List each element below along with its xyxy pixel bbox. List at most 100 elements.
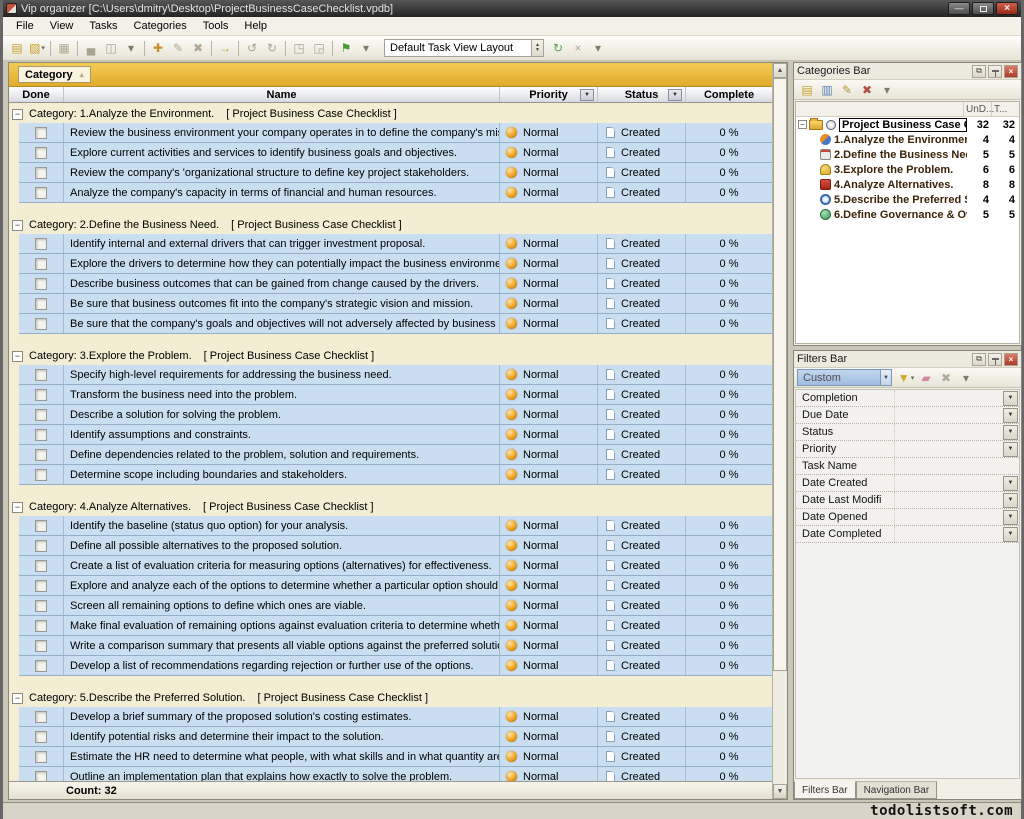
menu-view[interactable]: View bbox=[42, 18, 82, 35]
task-checkbox[interactable] bbox=[35, 167, 47, 179]
delete-task-icon[interactable]: ✖ bbox=[188, 39, 208, 58]
task-checkbox[interactable] bbox=[35, 238, 47, 250]
filter-value-field[interactable] bbox=[894, 390, 1003, 406]
task-row[interactable]: Identify internal and external drivers t… bbox=[19, 234, 772, 254]
task-row[interactable]: Describe a solution for solving the prob… bbox=[19, 405, 772, 425]
status-filter-button[interactable]: ▼ bbox=[668, 89, 682, 101]
task-checkbox[interactable] bbox=[35, 278, 47, 290]
collapse-icon[interactable]: − bbox=[12, 220, 23, 231]
task-row[interactable]: Define dependencies related to the probl… bbox=[19, 445, 772, 465]
task-row[interactable]: Outline an implementation plan that expl… bbox=[19, 767, 772, 781]
filter-dropdown-button[interactable]: ▼ bbox=[1003, 408, 1018, 423]
filter-dropdown-button[interactable]: ▼ bbox=[1003, 391, 1018, 406]
column-header-status[interactable]: Status ▼ bbox=[598, 87, 686, 102]
undo-icon[interactable]: ↺ bbox=[242, 39, 262, 58]
filter-row[interactable]: Date Created▼ bbox=[796, 475, 1019, 492]
filter-value-field[interactable] bbox=[894, 424, 1003, 440]
print-icon[interactable]: ▄ bbox=[81, 39, 101, 58]
filter-dropdown-button[interactable]: ▼ bbox=[1003, 510, 1018, 525]
filter-dropdown-button[interactable]: ▼ bbox=[1003, 493, 1018, 508]
task-checkbox[interactable] bbox=[35, 318, 47, 330]
edit-task-icon[interactable]: ✎ bbox=[168, 39, 188, 58]
filter-row[interactable]: Task Name bbox=[796, 458, 1019, 475]
priority-filter-button[interactable]: ▼ bbox=[580, 89, 594, 101]
column-header-complete[interactable]: Complete bbox=[686, 87, 772, 102]
task-checkbox[interactable] bbox=[35, 409, 47, 421]
redo-icon[interactable]: ↻ bbox=[262, 39, 282, 58]
tree-category-row[interactable]: 4.Analyze Alternatives.88 bbox=[796, 177, 1019, 192]
scrollbar-thumb[interactable] bbox=[773, 78, 787, 671]
toolbar-overflow-icon[interactable]: ▾ bbox=[956, 368, 976, 387]
flag-icon[interactable]: ⚑ bbox=[336, 39, 356, 58]
task-checkbox[interactable] bbox=[35, 751, 47, 763]
filter-row[interactable]: Date Completed▼ bbox=[796, 526, 1019, 543]
task-row[interactable]: Be sure that the company's goals and obj… bbox=[19, 314, 772, 334]
menu-tools[interactable]: Tools bbox=[195, 18, 237, 35]
task-row[interactable]: Review the business environment your com… bbox=[19, 123, 772, 143]
tree-column-undone[interactable]: UnD... bbox=[963, 102, 991, 116]
task-checkbox[interactable] bbox=[35, 429, 47, 441]
task-row[interactable]: Write a comparison summary that presents… bbox=[19, 636, 772, 656]
toolbar-overflow-icon[interactable]: ▾ bbox=[877, 80, 897, 99]
group-by-category-button[interactable]: Category ▴ bbox=[18, 66, 91, 83]
restore-button[interactable] bbox=[972, 2, 994, 15]
copy-task-icon[interactable]: ◳ bbox=[289, 39, 309, 58]
filter-row[interactable]: Completion▼ bbox=[796, 390, 1019, 407]
tree-category-row[interactable]: 6.Define Governance & Over55 bbox=[796, 207, 1019, 222]
task-row[interactable]: Specify high-level requirements for addr… bbox=[19, 365, 772, 385]
task-row[interactable]: Develop a brief summary of the proposed … bbox=[19, 707, 772, 727]
close-button[interactable]: × bbox=[996, 2, 1018, 15]
layout-combo[interactable]: Default Task View Layout bbox=[384, 39, 532, 57]
filter-value-field[interactable] bbox=[894, 441, 1003, 457]
filter-row[interactable]: Status▼ bbox=[796, 424, 1019, 441]
filter-funnel-icon[interactable]: ▼▾ bbox=[896, 368, 916, 387]
category-group-row[interactable]: −Category: 3.Explore the Problem.[ Proje… bbox=[9, 347, 772, 365]
collapse-icon[interactable]: − bbox=[12, 502, 23, 513]
delete-category-icon[interactable]: ✖ bbox=[857, 80, 877, 99]
column-header-done[interactable]: Done bbox=[9, 87, 64, 102]
panel-restore-icon[interactable]: ⧉ bbox=[972, 353, 986, 366]
tree-category-row[interactable]: 5.Describe the Preferred Sol44 bbox=[796, 192, 1019, 207]
task-row[interactable]: Develop a list of recommendations regard… bbox=[19, 656, 772, 676]
task-checkbox[interactable] bbox=[35, 389, 47, 401]
task-row[interactable]: Identify potential risks and determine t… bbox=[19, 727, 772, 747]
toolbar-overflow-icon[interactable]: ▾ bbox=[356, 39, 376, 58]
filter-value-field[interactable] bbox=[894, 458, 1019, 474]
tab-filters-bar[interactable]: Filters Bar bbox=[794, 781, 856, 799]
task-checkbox[interactable] bbox=[35, 369, 47, 381]
task-checkbox[interactable] bbox=[35, 600, 47, 612]
task-row[interactable]: Identify the baseline (status quo option… bbox=[19, 516, 772, 536]
new-category-icon[interactable]: ▤ bbox=[797, 80, 817, 99]
layout-combo-spinner[interactable]: ▲▼ bbox=[532, 39, 544, 57]
pin-icon[interactable] bbox=[988, 65, 1002, 78]
toolbar-overflow-icon[interactable]: ▾ bbox=[588, 39, 608, 58]
task-row[interactable]: Analyze the company's capacity in terms … bbox=[19, 183, 772, 203]
filter-value-field[interactable] bbox=[894, 492, 1003, 508]
task-checkbox[interactable] bbox=[35, 469, 47, 481]
new-subcategory-icon[interactable]: ▥ bbox=[817, 80, 837, 99]
task-checkbox[interactable] bbox=[35, 449, 47, 461]
task-checkbox[interactable] bbox=[35, 771, 47, 782]
task-row[interactable]: Describe business outcomes that can be g… bbox=[19, 274, 772, 294]
task-checkbox[interactable] bbox=[35, 520, 47, 532]
print-preview-icon[interactable]: ◫ bbox=[101, 39, 121, 58]
tree-root-row[interactable]: −Project Business Case Check3232 bbox=[796, 117, 1019, 132]
panel-close-icon[interactable]: × bbox=[1004, 353, 1018, 366]
collapse-icon[interactable]: − bbox=[798, 120, 807, 129]
task-checkbox[interactable] bbox=[35, 731, 47, 743]
task-checkbox[interactable] bbox=[35, 127, 47, 139]
category-group-row[interactable]: −Category: 4.Analyze Alternatives.[ Proj… bbox=[9, 498, 772, 516]
task-row[interactable]: Identify assumptions and constraints.Nor… bbox=[19, 425, 772, 445]
task-row[interactable]: Explore and analyze each of the options … bbox=[19, 576, 772, 596]
filter-value-field[interactable] bbox=[894, 509, 1003, 525]
tree-category-row[interactable]: 1.Analyze the Environment.44 bbox=[796, 132, 1019, 147]
task-checkbox[interactable] bbox=[35, 640, 47, 652]
edit-category-icon[interactable]: ✎ bbox=[837, 80, 857, 99]
tree-category-row[interactable]: 3.Explore the Problem.66 bbox=[796, 162, 1019, 177]
category-group-row[interactable]: −Category: 5.Describe the Preferred Solu… bbox=[9, 689, 772, 707]
minimize-button[interactable]: — bbox=[948, 2, 970, 15]
category-group-row[interactable]: −Category: 1.Analyze the Environment.[ P… bbox=[9, 105, 772, 123]
duplicate-icon[interactable]: ▦ bbox=[54, 39, 74, 58]
filter-dropdown-button[interactable]: ▼ bbox=[1003, 425, 1018, 440]
new-item-icon[interactable]: ▤ bbox=[7, 39, 27, 58]
